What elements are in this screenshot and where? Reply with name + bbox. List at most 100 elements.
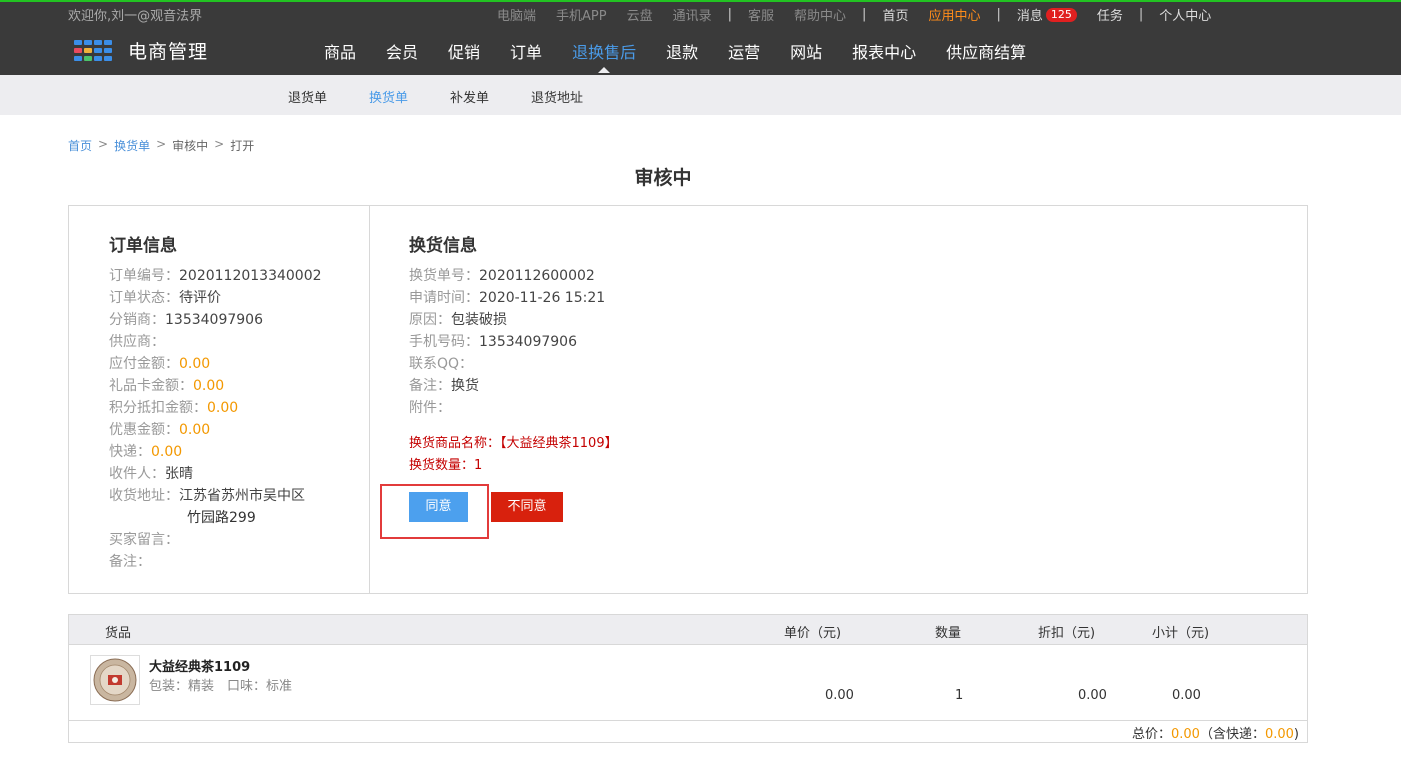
- link-contacts[interactable]: 通讯录: [673, 5, 712, 24]
- label: 备注：: [409, 378, 451, 394]
- gift-card-row: 礼品卡金额：0.00: [109, 375, 224, 397]
- subnav-return-address[interactable]: 退货地址: [531, 87, 583, 106]
- gift-card-amount: 0.00: [193, 378, 225, 394]
- exchange-remark: 换货: [451, 378, 479, 394]
- label: 礼品卡金额：: [109, 378, 193, 394]
- link-help-center[interactable]: 帮助中心: [794, 5, 846, 24]
- reject-button[interactable]: 不同意: [491, 492, 563, 522]
- link-home[interactable]: 首页: [882, 5, 908, 24]
- total-label: 总价：: [1131, 727, 1171, 742]
- address-line-1: 江苏省苏州市吴中区: [179, 488, 305, 504]
- buyer-message-row: 买家留言：: [109, 529, 179, 551]
- breadcrumb-exchange-orders[interactable]: 换货单: [114, 137, 150, 154]
- table-row: 大益经典茶1109 包装：精装 口味：标准 0.00 1 0.00 0.00: [69, 646, 1307, 721]
- subnav-return-orders[interactable]: 退货单: [288, 87, 327, 106]
- link-personal-center[interactable]: 个人中心: [1159, 5, 1211, 24]
- label: 原因：: [409, 312, 451, 328]
- link-mobile-app[interactable]: 手机APP: [556, 5, 607, 24]
- label: 分销商：: [109, 312, 165, 328]
- apply-time: 2020-11-26 15:21: [479, 290, 606, 306]
- nav-item-refunds[interactable]: 退款: [651, 36, 713, 73]
- link-messages[interactable]: 消息: [1017, 5, 1043, 24]
- logo-grid-icon: [74, 39, 114, 62]
- label: 联系QQ：: [409, 356, 474, 372]
- exchange-number-row: 换货单号：2020112600002: [409, 265, 595, 287]
- top-utility-bar: 欢迎你,刘一@观音法界 电脑端 手机APP 云盘 通讯录 | 客服 帮助中心 |…: [0, 2, 1401, 24]
- nav-item-orders[interactable]: 订单: [495, 36, 557, 73]
- product-price: 0.00: [825, 688, 854, 703]
- divider: |: [1138, 7, 1144, 22]
- label: 快递：: [109, 444, 151, 460]
- phone-number: 13534097906: [479, 334, 577, 350]
- label: 收货地址：: [109, 488, 179, 504]
- nav-item-members[interactable]: 会员: [371, 36, 433, 73]
- agree-button[interactable]: 同意: [409, 492, 468, 522]
- nav-item-website[interactable]: 网站: [775, 36, 837, 73]
- link-customer-service[interactable]: 客服: [748, 5, 774, 24]
- subnav-exchange-orders[interactable]: 换货单: [369, 87, 408, 106]
- link-cloud-disk[interactable]: 云盘: [627, 5, 653, 24]
- col-subtotal: 小计（元): [1152, 626, 1210, 641]
- col-qty: 数量: [935, 626, 962, 641]
- label: 买家留言：: [109, 532, 179, 548]
- exchange-number: 2020112600002: [479, 268, 595, 284]
- closing-paren: ): [1293, 727, 1299, 742]
- divider: |: [727, 7, 733, 22]
- nav-item-operations[interactable]: 运营: [713, 36, 775, 73]
- divider: |: [862, 7, 867, 22]
- order-number: 2020112013340002: [179, 268, 322, 284]
- col-discount: 折扣（元): [1038, 626, 1096, 641]
- link-tasks[interactable]: 任务: [1097, 5, 1123, 24]
- link-app-center[interactable]: 应用中心: [928, 5, 980, 24]
- breadcrumb-current: 打开: [230, 139, 255, 153]
- welcome-text: 欢迎你,刘一@观音法界: [68, 9, 203, 24]
- discount-amount: 0.00: [179, 422, 211, 438]
- exchange-info-title: 换货信息: [409, 236, 477, 256]
- breadcrumb-separator: >: [214, 137, 225, 151]
- product-discount: 0.00: [1078, 688, 1107, 703]
- shipping-amount: 0.00: [151, 444, 183, 460]
- product-name[interactable]: 大益经典茶1109: [149, 656, 250, 675]
- breadcrumb: 首页 > 换货单 > 审核中 > 打开: [68, 137, 254, 154]
- nav-item-products[interactable]: 商品: [309, 36, 371, 73]
- address-row: 收货地址：江苏省苏州市吴中区: [109, 485, 305, 507]
- phone-row: 手机号码：13534097906: [409, 331, 577, 353]
- points-row: 积分抵扣金额：0.00: [109, 397, 238, 419]
- reason: 包装破损: [451, 312, 507, 328]
- sub-nav: 退货单 换货单 补发单 退货地址: [0, 75, 1401, 115]
- order-info-section: 订单信息 订单编号：2020112013340002 订单状态：待评价 分销商：…: [69, 206, 370, 593]
- label: 应付金额：: [109, 356, 179, 372]
- product-thumbnail[interactable]: [90, 655, 140, 705]
- label: 申请时间：: [409, 290, 479, 306]
- nav-item-reports[interactable]: 报表中心: [837, 36, 931, 73]
- order-number-row: 订单编号：2020112013340002: [109, 265, 322, 287]
- apply-time-row: 申请时间：2020-11-26 15:21: [409, 287, 605, 309]
- nav-item-supplier-settlement[interactable]: 供应商结算: [931, 36, 1041, 73]
- subnav-reissue-orders[interactable]: 补发单: [450, 87, 489, 106]
- attachment-row: 附件：: [409, 397, 451, 419]
- tea-cake-image: [93, 658, 137, 702]
- breadcrumb-home[interactable]: 首页: [68, 137, 92, 154]
- nav-item-after-sales[interactable]: 退换售后: [557, 36, 651, 73]
- order-info-title: 订单信息: [109, 236, 177, 256]
- total-summary: 总价：0.00（含快递：0.00): [1132, 723, 1299, 742]
- link-desktop[interactable]: 电脑端: [497, 5, 536, 24]
- qq-row: 联系QQ：: [409, 353, 473, 375]
- page-title: 审核中: [634, 167, 692, 189]
- col-price: 单价（元): [784, 626, 842, 641]
- points-amount: 0.00: [207, 400, 239, 416]
- exchange-remark-row: 备注：换货: [409, 375, 479, 397]
- nav-item-promotions[interactable]: 促销: [433, 36, 495, 73]
- product-quantity: 1: [955, 688, 964, 703]
- order-status-row: 订单状态：待评价: [109, 287, 221, 309]
- label: 优惠金额：: [109, 422, 179, 438]
- product-spec: 包装：精装 口味：标准: [149, 679, 293, 694]
- distributor: 13534097906: [165, 312, 263, 328]
- distributor-row: 分销商：13534097906: [109, 309, 263, 331]
- logo[interactable]: 电商管理: [74, 37, 208, 64]
- supplier-row: 供应商：: [109, 331, 165, 353]
- shipping-row: 快递：0.00: [109, 441, 182, 463]
- label: 附件：: [409, 400, 451, 416]
- exchange-product-name: 换货商品名称：【大益经典茶1109】: [409, 436, 618, 451]
- message-count-badge: 125: [1045, 7, 1077, 22]
